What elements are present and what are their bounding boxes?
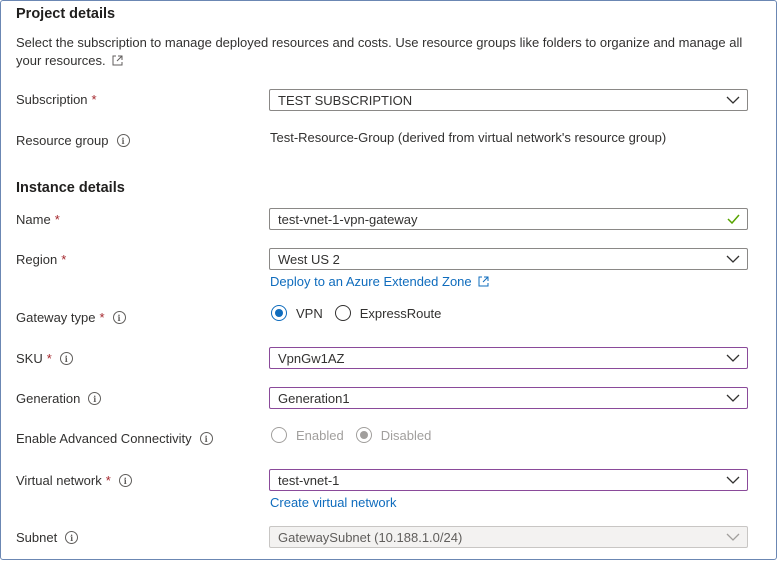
required-marker: * xyxy=(91,92,97,107)
advanced-connectivity-radio-group: Enabled Disabled xyxy=(271,427,443,443)
advanced-connectivity-label-text: Enable Advanced Connectivity xyxy=(16,431,192,446)
region-label: Region * xyxy=(16,252,66,267)
radio-expressroute-label: ExpressRoute xyxy=(359,305,442,321)
chevron-down-icon xyxy=(719,470,747,490)
radio-disabled-label: Disabled xyxy=(380,427,432,443)
chevron-down-icon xyxy=(719,388,747,408)
instance-details-heading: Instance details xyxy=(16,180,125,196)
external-link-icon[interactable] xyxy=(478,275,489,290)
radio-disabled: Disabled xyxy=(355,427,432,443)
external-link-icon[interactable] xyxy=(112,53,123,71)
checkmark-icon xyxy=(719,214,747,224)
create-vpn-gateway-form: Project details Select the subscription … xyxy=(0,0,777,560)
chevron-down-icon xyxy=(719,348,747,368)
project-details-description: Select the subscription to manage deploy… xyxy=(16,34,756,71)
sku-label: SKU * i xyxy=(16,351,73,366)
info-icon[interactable]: i xyxy=(112,311,126,324)
radio-enabled: Enabled xyxy=(271,427,344,443)
resource-group-label-text: Resource group xyxy=(16,133,109,148)
gateway-type-radio-group: VPN ExpressRoute xyxy=(271,305,453,321)
resource-group-label: Resource group i xyxy=(16,133,130,148)
region-label-text: Region xyxy=(16,252,58,267)
name-label-text: Name xyxy=(16,212,51,227)
sku-label-text: SKU xyxy=(16,351,43,366)
radio-vpn[interactable]: VPN xyxy=(271,305,323,321)
azure-extended-zone-link[interactable]: Deploy to an Azure Extended Zone xyxy=(270,274,489,290)
subnet-value: GatewaySubnet (10.188.1.0/24) xyxy=(278,529,463,545)
subscription-label-text: Subscription xyxy=(16,92,88,107)
subscription-dropdown[interactable]: TEST SUBSCRIPTION xyxy=(269,89,748,111)
generation-value: Generation1 xyxy=(278,390,350,406)
subnet-dropdown: GatewaySubnet (10.188.1.0/24) xyxy=(269,526,748,548)
extended-zone-link-text[interactable]: Deploy to an Azure Extended Zone xyxy=(270,274,472,289)
virtual-network-value: test-vnet-1 xyxy=(278,472,340,488)
required-marker: * xyxy=(61,252,67,267)
virtual-network-label-text: Virtual network xyxy=(16,473,102,488)
project-description-text: Select the subscription to manage deploy… xyxy=(16,35,743,68)
gateway-type-label-text: Gateway type xyxy=(16,310,96,325)
name-input[interactable]: test-vnet-1-vpn-gateway xyxy=(269,208,748,230)
advanced-connectivity-label: Enable Advanced Connectivity i xyxy=(16,431,213,446)
region-dropdown[interactable]: West US 2 xyxy=(269,248,748,270)
info-icon[interactable]: i xyxy=(116,134,130,147)
region-value: West US 2 xyxy=(278,251,340,267)
info-icon[interactable]: i xyxy=(199,432,213,445)
chevron-down-icon xyxy=(719,527,747,547)
name-value: test-vnet-1-vpn-gateway xyxy=(278,211,418,227)
radio-selected-icon xyxy=(355,427,372,443)
required-marker: * xyxy=(54,212,60,227)
name-label: Name * xyxy=(16,212,60,227)
info-icon[interactable]: i xyxy=(118,474,132,487)
chevron-down-icon xyxy=(719,249,747,269)
required-marker: * xyxy=(105,473,111,488)
gateway-type-label: Gateway type * i xyxy=(16,310,126,325)
radio-vpn-label: VPN xyxy=(296,305,323,321)
virtual-network-label: Virtual network * i xyxy=(16,473,132,488)
sku-value: VpnGw1AZ xyxy=(278,350,345,366)
generation-label: Generation i xyxy=(16,391,102,406)
virtual-network-dropdown[interactable]: test-vnet-1 xyxy=(269,469,748,491)
radio-selected-icon[interactable] xyxy=(271,305,287,321)
subnet-label: Subnet i xyxy=(16,530,79,545)
subscription-value: TEST SUBSCRIPTION xyxy=(278,92,413,108)
radio-unselected-icon[interactable] xyxy=(334,305,351,321)
generation-dropdown[interactable]: Generation1 xyxy=(269,387,748,409)
project-details-heading: Project details xyxy=(16,6,116,22)
subnet-label-text: Subnet xyxy=(16,530,58,545)
radio-expressroute[interactable]: ExpressRoute xyxy=(334,305,442,321)
subscription-label: Subscription * xyxy=(16,92,97,107)
info-icon[interactable]: i xyxy=(88,392,102,405)
chevron-down-icon xyxy=(719,90,747,110)
required-marker: * xyxy=(99,310,105,325)
required-marker: * xyxy=(46,351,52,366)
radio-unselected-icon xyxy=(271,427,287,443)
resource-group-value: Test-Resource-Group (derived from virtua… xyxy=(270,130,667,145)
create-virtual-network-link[interactable]: Create virtual network xyxy=(270,495,396,510)
generation-label-text: Generation xyxy=(16,391,81,406)
info-icon[interactable]: i xyxy=(59,352,73,365)
sku-dropdown[interactable]: VpnGw1AZ xyxy=(269,347,748,369)
radio-enabled-label: Enabled xyxy=(296,427,344,443)
info-icon[interactable]: i xyxy=(65,531,79,544)
